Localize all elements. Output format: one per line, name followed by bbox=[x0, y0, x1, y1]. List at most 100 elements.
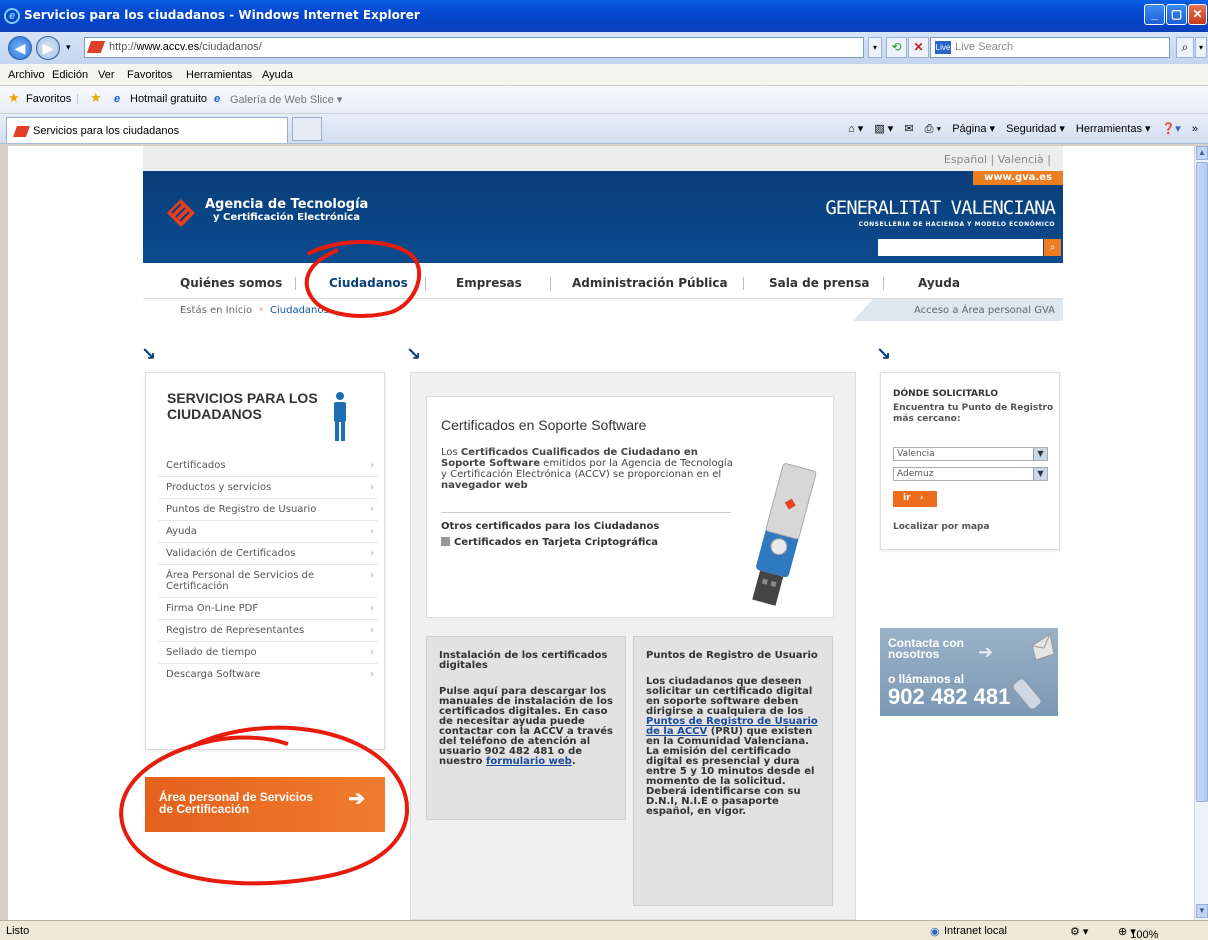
refresh-button[interactable]: ⟲ bbox=[886, 37, 907, 58]
gva-name[interactable]: GENERALITAT VALENCIANA bbox=[825, 197, 1056, 219]
where-to-apply-panel: DÓNDE SOLICITARLO Encuentra tu Punto de … bbox=[880, 372, 1060, 550]
menu-ver[interactable]: Ver bbox=[98, 69, 115, 81]
new-tab-button[interactable] bbox=[292, 117, 322, 141]
scroll-down-button[interactable]: ▼ bbox=[1196, 904, 1208, 918]
site-header-banner: www.gva.es Agencia de Tecnología y Certi… bbox=[143, 171, 1063, 263]
search-input[interactable]: Live Live Search bbox=[930, 37, 1170, 58]
arrow-right-icon: ➔ bbox=[978, 642, 994, 662]
search-button[interactable]: ⌕ bbox=[1176, 37, 1194, 58]
breadcrumb-arrow-icon: › bbox=[259, 304, 263, 315]
favorites-star-icon: ★ bbox=[8, 90, 20, 105]
go-button[interactable]: ir › bbox=[893, 491, 937, 507]
page-menu[interactable]: Página ▾ bbox=[952, 123, 995, 135]
nav-ciudadanos[interactable]: Ciudadanos bbox=[329, 276, 408, 290]
favorites-button[interactable]: Favoritos bbox=[26, 93, 71, 105]
maximize-button[interactable]: ▢ bbox=[1166, 4, 1187, 25]
registration-points-box: Puntos de Registro de Usuario Los ciudad… bbox=[633, 636, 833, 906]
menu-item-puntos-registro[interactable]: Puntos de Registro de Usuario bbox=[158, 499, 378, 521]
back-button[interactable]: ◀ bbox=[8, 36, 32, 60]
personal-area-link[interactable]: Acceso a Área personal GVA bbox=[853, 299, 1063, 321]
history-dropdown[interactable]: ▾ bbox=[66, 42, 71, 53]
gva-link[interactable]: www.gva.es bbox=[973, 171, 1063, 185]
other-certificates-heading: Otros certificados para los Ciudadanos bbox=[441, 521, 660, 532]
divider: | bbox=[76, 93, 79, 105]
envelope-icon bbox=[1031, 633, 1055, 661]
site-search-input[interactable] bbox=[878, 239, 1043, 256]
divider bbox=[550, 277, 551, 290]
registration-points-title: Puntos de Registro de Usuario bbox=[646, 650, 818, 661]
town-select[interactable]: Ademuz ▼ bbox=[893, 467, 1048, 481]
protected-mode-icon[interactable]: ⚙ ▾ bbox=[1070, 925, 1088, 938]
software-certificates-title: Certificados en Soporte Software bbox=[441, 417, 647, 433]
address-input[interactable]: http://www.accv.es/ciudadanos/ bbox=[84, 37, 864, 58]
url-prefix: http:// bbox=[109, 41, 137, 53]
personal-area-button[interactable]: Área personal de Servicios de Certificac… bbox=[145, 777, 385, 832]
stop-button[interactable]: ✕ bbox=[908, 37, 929, 58]
site-favicon-icon bbox=[86, 41, 106, 53]
print-icon[interactable]: ⎙ ▾ bbox=[925, 123, 941, 135]
personal-area-button-label: Área personal de Servicios de Certificac… bbox=[159, 790, 314, 816]
web-form-link[interactable]: formulario web bbox=[486, 756, 572, 767]
menu-bar: Archivo Edición Ver Favoritos Herramient… bbox=[0, 64, 1208, 86]
site-search-button[interactable]: ⌕ bbox=[1044, 239, 1061, 256]
divider bbox=[295, 277, 296, 290]
nav-ayuda[interactable]: Ayuda bbox=[918, 276, 960, 290]
close-button[interactable]: ✕ bbox=[1188, 4, 1207, 25]
ie-page-icon: e bbox=[214, 93, 221, 105]
contact-banner[interactable]: Contacta con nosotros o llámanos al 902 … bbox=[880, 628, 1058, 716]
search-placeholder: Live Search bbox=[955, 41, 1014, 53]
menu-herramientas[interactable]: Herramientas bbox=[186, 69, 252, 81]
tools-menu[interactable]: Herramientas ▾ bbox=[1076, 123, 1151, 135]
where-to-apply-title: DÓNDE SOLICITARLO bbox=[893, 389, 998, 399]
help-icon[interactable]: ❓▾ bbox=[1162, 123, 1181, 135]
menu-favoritos[interactable]: Favoritos bbox=[127, 69, 172, 81]
scroll-up-button[interactable]: ▲ bbox=[1196, 146, 1208, 160]
breadcrumb-home[interactable]: Estás en Inicio bbox=[180, 305, 252, 316]
menu-item-sellado-tiempo[interactable]: Sellado de tiempo bbox=[158, 642, 378, 664]
mail-icon[interactable]: ✉ bbox=[904, 123, 913, 135]
map-link[interactable]: Localizar por mapa bbox=[893, 522, 990, 532]
minimize-button[interactable]: _ bbox=[1144, 4, 1165, 25]
vertical-scrollbar[interactable]: ▲ ▼ bbox=[1194, 146, 1208, 920]
feeds-icon[interactable]: ▧ ▾ bbox=[874, 123, 893, 135]
nav-empresas[interactable]: Empresas bbox=[456, 276, 522, 290]
ie-logo-icon: e bbox=[4, 8, 20, 24]
card-certificates-link[interactable]: Certificados en Tarjeta Criptográfica bbox=[441, 537, 658, 548]
search-options-button[interactable]: ▾ bbox=[1195, 37, 1207, 58]
address-dropdown-button[interactable]: ▾ bbox=[868, 37, 882, 58]
scroll-thumb[interactable] bbox=[1196, 162, 1208, 802]
breadcrumb-current[interactable]: Ciudadanos bbox=[270, 305, 329, 316]
menu-edicion[interactable]: Edición bbox=[52, 69, 88, 81]
web-slice-gallery-link[interactable]: Galería de Web Slice ▾ bbox=[230, 93, 342, 106]
hotmail-link[interactable]: Hotmail gratuito bbox=[130, 93, 207, 105]
add-favorite-icon[interactable]: ★ bbox=[90, 90, 102, 106]
menu-ayuda[interactable]: Ayuda bbox=[262, 69, 293, 81]
tab-active[interactable]: Servicios para los ciudadanos bbox=[6, 117, 288, 143]
province-select[interactable]: Valencia ▼ bbox=[893, 447, 1048, 461]
chevron-right-icon[interactable]: » bbox=[1192, 123, 1198, 135]
menu-item-productos[interactable]: Productos y servicios bbox=[158, 477, 378, 499]
registration-points-text: Los ciudadanos que deseen solicitar un c… bbox=[646, 676, 818, 817]
menu-item-descarga-software[interactable]: Descarga Software bbox=[158, 664, 378, 685]
security-menu[interactable]: Seguridad ▾ bbox=[1006, 123, 1065, 135]
security-zone[interactable]: Intranet local bbox=[944, 925, 1007, 937]
menu-item-registro-representantes[interactable]: Registro de Representantes bbox=[158, 620, 378, 642]
window-title-bar[interactable]: e Servicios para los ciudadanos - Window… bbox=[0, 0, 1208, 32]
forward-button[interactable]: ▶ bbox=[36, 36, 60, 60]
url-domain: www.accv.es bbox=[136, 41, 200, 53]
language-bar[interactable]: Español | Valencià | bbox=[143, 146, 1063, 171]
menu-item-area-personal[interactable]: Área Personal de Servicios de Certificac… bbox=[158, 565, 378, 598]
main-nav: Quiénes somos Ciudadanos Empresas Admini… bbox=[143, 263, 1063, 299]
menu-item-firma-pdf[interactable]: Firma On-Line PDF bbox=[158, 598, 378, 620]
arrow-down-right-icon: ↘ bbox=[406, 344, 422, 365]
zoom-level[interactable]: ⊕ 100% ▾ bbox=[1118, 925, 1158, 940]
menu-archivo[interactable]: Archivo bbox=[8, 69, 45, 81]
nav-quienes-somos[interactable]: Quiénes somos bbox=[180, 276, 282, 290]
nav-sala-de-prensa[interactable]: Sala de prensa bbox=[769, 276, 869, 290]
menu-item-certificados[interactable]: Certificados bbox=[158, 455, 378, 477]
menu-item-validacion[interactable]: Validación de Certificados bbox=[158, 543, 378, 565]
nav-administracion-publica[interactable]: Administración Pública bbox=[572, 276, 728, 290]
menu-item-ayuda[interactable]: Ayuda bbox=[158, 521, 378, 543]
accv-logo-icon[interactable] bbox=[163, 195, 199, 231]
home-icon[interactable]: ⌂ ▾ bbox=[848, 123, 863, 135]
